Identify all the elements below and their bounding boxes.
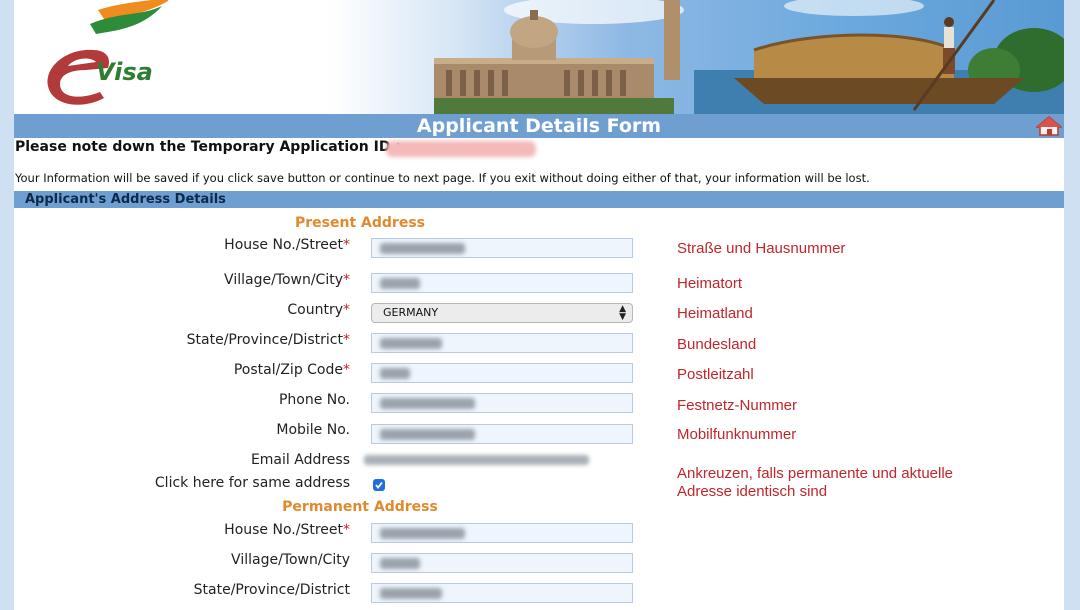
country-select[interactable]: GERMANY ▲ ▼ (371, 303, 633, 323)
banner-scene (434, 0, 1064, 114)
state-province-district-input[interactable] (371, 333, 633, 353)
note-phone: Festnetz-Nummer (677, 397, 798, 414)
permanent-state-input[interactable] (371, 583, 633, 603)
page-title: Applicant Details Form (416, 115, 662, 137)
section-header: Applicant's Address Details (14, 191, 1064, 208)
country-selected-value: GERMANY (383, 306, 439, 319)
country-label: Country* (287, 302, 350, 318)
title-bar: Applicant Details Form (14, 114, 1064, 138)
redacted-application-id (386, 141, 536, 157)
note-mobile: Mobilfunknummer (677, 426, 797, 443)
note-state: Bundesland (677, 336, 757, 353)
village-town-city-label: Village/Town/City* (224, 272, 350, 288)
evisa-logo (47, 0, 168, 105)
note-village: Heimatort (677, 275, 743, 292)
permanent-village-label: Village/Town/City (231, 552, 350, 568)
note-country: Heimatland (677, 305, 753, 322)
page: Visa Applicant Details Form Please note … (14, 0, 1064, 610)
home-icon[interactable] (1036, 116, 1062, 136)
permanent-house-street-input[interactable] (371, 523, 633, 543)
note-same-address-line2: Adresse identisch sind (677, 483, 828, 500)
email-label: Email Address (250, 452, 350, 468)
same-address-checkbox[interactable] (373, 479, 385, 491)
save-info-text: Your Information will be saved if you cl… (15, 171, 870, 185)
same-address-label: Click here for same address (154, 475, 350, 491)
state-province-district-label: State/Province/District* (186, 332, 350, 348)
select-arrows-icon: ▲ ▼ (619, 304, 626, 322)
postal-zip-label: Postal/Zip Code* (233, 362, 350, 378)
village-town-city-input[interactable] (371, 273, 633, 293)
section-title: Applicant's Address Details (25, 192, 226, 207)
present-address-heading: Present Address (295, 215, 425, 231)
logo-text: Visa (96, 58, 153, 86)
house-street-label: House No./Street* (224, 237, 350, 253)
postal-zip-input[interactable] (371, 363, 633, 383)
checkbox-checked-icon (375, 481, 383, 489)
note-postal: Postleitzahl (677, 366, 754, 383)
note-house-street: Straße und Hausnummer (677, 240, 846, 257)
mobile-input[interactable] (371, 424, 633, 444)
phone-label: Phone No. (278, 392, 350, 408)
note-same-address-line1: Ankreuzen, falls permanente und aktuelle (677, 465, 954, 482)
permanent-village-input[interactable] (371, 553, 633, 573)
permanent-house-street-label: House No./Street* (224, 522, 350, 538)
mobile-label: Mobile No. (276, 422, 350, 438)
phone-input[interactable] (371, 393, 633, 413)
temporary-application-id-label: Please note down the Temporary Applicati… (15, 139, 401, 155)
email-value-redacted (364, 455, 589, 465)
header-banner: Visa (14, 0, 1064, 114)
permanent-state-label: State/Province/District (193, 582, 350, 598)
house-street-input[interactable] (371, 238, 633, 258)
permanent-address-heading: Permanent Address (282, 499, 438, 515)
